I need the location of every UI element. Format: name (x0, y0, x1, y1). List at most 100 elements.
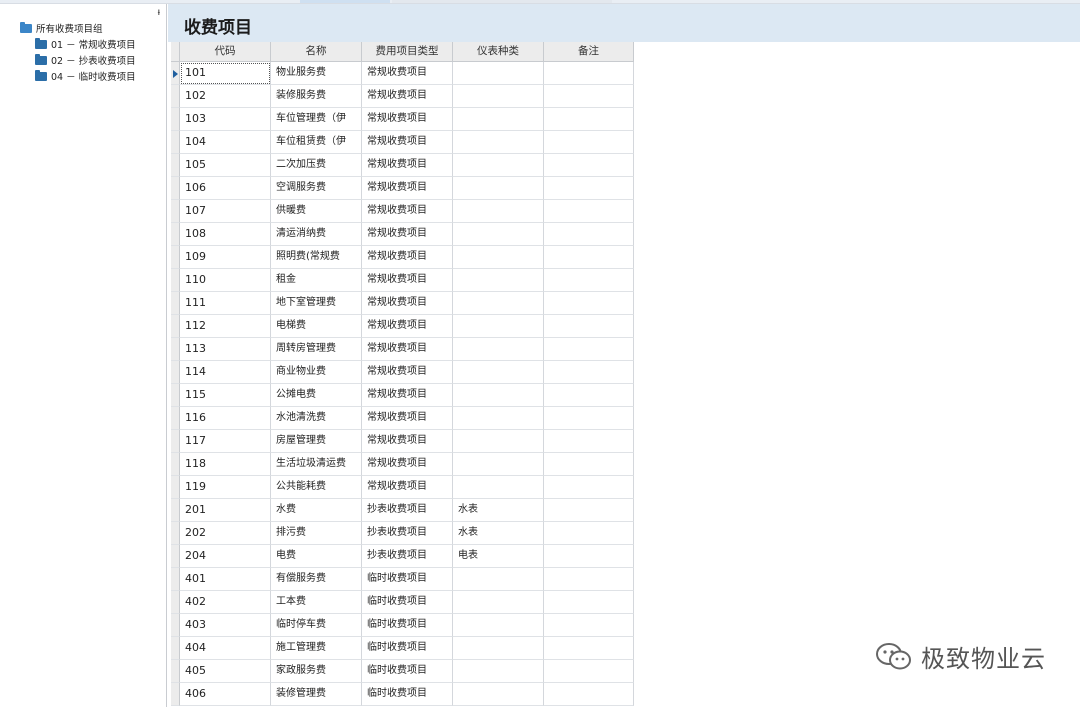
row-indicator[interactable] (171, 407, 180, 430)
cell-meter[interactable] (453, 614, 544, 637)
cell-note[interactable] (544, 200, 634, 223)
row-indicator[interactable] (171, 315, 180, 338)
cell-name[interactable]: 水费 (271, 499, 362, 522)
row-indicator[interactable] (171, 292, 180, 315)
cell-type[interactable]: 常规收费项目 (362, 269, 453, 292)
row-indicator[interactable] (171, 453, 180, 476)
row-indicator[interactable] (171, 223, 180, 246)
cell-name[interactable]: 电梯费 (271, 315, 362, 338)
cell-note[interactable] (544, 131, 634, 154)
row-indicator[interactable] (171, 568, 180, 591)
table-row[interactable]: 403 临时停车费 临时收费项目 (171, 614, 634, 637)
cell-note[interactable] (544, 269, 634, 292)
cell-type[interactable]: 常规收费项目 (362, 85, 453, 108)
table-row[interactable]: 115 公摊电费 常规收费项目 (171, 384, 634, 407)
cell-type[interactable]: 常规收费项目 (362, 384, 453, 407)
cell-type[interactable]: 常规收费项目 (362, 177, 453, 200)
cell-meter[interactable] (453, 85, 544, 108)
cell-name[interactable]: 排污费 (271, 522, 362, 545)
row-indicator[interactable] (171, 108, 180, 131)
cell-meter[interactable] (453, 108, 544, 131)
current-row-indicator[interactable] (171, 62, 180, 85)
cell-note[interactable] (544, 62, 634, 85)
cell-type[interactable]: 常规收费项目 (362, 200, 453, 223)
cell-note[interactable] (544, 591, 634, 614)
column-header-code[interactable]: 代码 (180, 42, 271, 62)
table-row[interactable]: 104 车位租赁费（伊 常规收费项目 (171, 131, 634, 154)
row-indicator[interactable] (171, 177, 180, 200)
row-indicator[interactable] (171, 660, 180, 683)
cell-name[interactable]: 租金 (271, 269, 362, 292)
table-row[interactable]: 103 车位管理费（伊 常规收费项目 (171, 108, 634, 131)
cell-code[interactable]: 405 (180, 660, 271, 683)
cell-name[interactable]: 空调服务费 (271, 177, 362, 200)
row-indicator[interactable] (171, 545, 180, 568)
cell-note[interactable] (544, 292, 634, 315)
cell-type[interactable]: 常规收费项目 (362, 315, 453, 338)
cell-note[interactable] (544, 85, 634, 108)
cell-meter[interactable] (453, 177, 544, 200)
cell-name[interactable]: 工本费 (271, 591, 362, 614)
table-row[interactable]: 101 物业服务费 常规收费项目 (171, 62, 634, 85)
cell-type[interactable]: 常规收费项目 (362, 453, 453, 476)
table-row[interactable]: 111 地下室管理费 常规收费项目 (171, 292, 634, 315)
cell-name[interactable]: 电费 (271, 545, 362, 568)
cell-type[interactable]: 常规收费项目 (362, 131, 453, 154)
cell-name[interactable]: 施工管理费 (271, 637, 362, 660)
cell-name[interactable]: 物业服务费 (271, 62, 362, 85)
table-row[interactable]: 202 排污费 抄表收费项目 水表 (171, 522, 634, 545)
table-row[interactable]: 108 清运消纳费 常规收费项目 (171, 223, 634, 246)
cell-meter[interactable] (453, 292, 544, 315)
cell-note[interactable] (544, 430, 634, 453)
cell-note[interactable] (544, 338, 634, 361)
row-indicator[interactable] (171, 591, 180, 614)
table-row[interactable]: 402 工本费 临时收费项目 (171, 591, 634, 614)
row-indicator[interactable] (171, 269, 180, 292)
cell-name[interactable]: 清运消纳费 (271, 223, 362, 246)
cell-name[interactable]: 公摊电费 (271, 384, 362, 407)
cell-name[interactable]: 商业物业费 (271, 361, 362, 384)
cell-note[interactable] (544, 568, 634, 591)
cell-code[interactable]: 105 (180, 154, 271, 177)
table-row[interactable]: 114 商业物业费 常规收费项目 (171, 361, 634, 384)
table-row[interactable]: 106 空调服务费 常规收费项目 (171, 177, 634, 200)
cell-type[interactable]: 常规收费项目 (362, 246, 453, 269)
cell-code[interactable]: 108 (180, 223, 271, 246)
row-indicator[interactable] (171, 246, 180, 269)
cell-name[interactable]: 地下室管理费 (271, 292, 362, 315)
cell-type[interactable]: 常规收费项目 (362, 476, 453, 499)
tree-node-group-01[interactable]: 01 － 常规收费项目 (0, 38, 166, 54)
cell-code[interactable]: 114 (180, 361, 271, 384)
cell-code[interactable]: 204 (180, 545, 271, 568)
cell-type[interactable]: 临时收费项目 (362, 637, 453, 660)
cell-type[interactable]: 常规收费项目 (362, 62, 453, 85)
tree-node-group-02[interactable]: 02 － 抄表收费项目 (0, 54, 166, 70)
cell-meter[interactable]: 电表 (453, 545, 544, 568)
cell-type[interactable]: 临时收费项目 (362, 568, 453, 591)
cell-type[interactable]: 临时收费项目 (362, 591, 453, 614)
cell-name[interactable]: 供暖费 (271, 200, 362, 223)
cell-code[interactable]: 117 (180, 430, 271, 453)
cell-note[interactable] (544, 476, 634, 499)
cell-meter[interactable] (453, 361, 544, 384)
cell-code[interactable]: 109 (180, 246, 271, 269)
cell-code[interactable]: 116 (180, 407, 271, 430)
cell-code[interactable]: 110 (180, 269, 271, 292)
table-row[interactable]: 119 公共能耗费 常规收费项目 (171, 476, 634, 499)
row-indicator[interactable] (171, 384, 180, 407)
cell-meter[interactable] (453, 315, 544, 338)
cell-name[interactable]: 二次加压费 (271, 154, 362, 177)
cell-meter[interactable] (453, 384, 544, 407)
row-indicator[interactable] (171, 131, 180, 154)
cell-meter[interactable] (453, 200, 544, 223)
tree-node-root[interactable]: 所有收费项目组 (0, 22, 166, 38)
cell-note[interactable] (544, 614, 634, 637)
cell-code[interactable]: 103 (180, 108, 271, 131)
cell-type[interactable]: 常规收费项目 (362, 292, 453, 315)
row-indicator[interactable] (171, 430, 180, 453)
cell-type[interactable]: 常规收费项目 (362, 154, 453, 177)
table-row[interactable]: 102 装修服务费 常规收费项目 (171, 85, 634, 108)
cell-meter[interactable] (453, 430, 544, 453)
cell-name[interactable]: 车位管理费（伊 (271, 108, 362, 131)
cell-meter[interactable]: 水表 (453, 499, 544, 522)
